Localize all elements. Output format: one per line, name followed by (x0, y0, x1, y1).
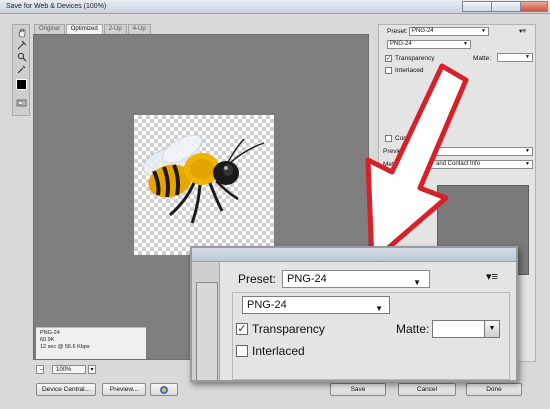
maximize-button[interactable] (491, 1, 521, 12)
tab-optimized[interactable]: Optimized (65, 24, 103, 34)
tab-4-up[interactable]: 4-Up (127, 24, 151, 34)
browser-icon (160, 386, 168, 394)
matte-select[interactable] (497, 53, 533, 62)
close-button[interactable] (520, 1, 548, 12)
panel-menu-icon[interactable]: ▾≡ (519, 27, 526, 35)
color-table-label: Co (387, 176, 396, 183)
info-format: PNG-24 (40, 330, 60, 336)
preview-label: Previe (383, 148, 402, 155)
hand-icon[interactable] (15, 27, 28, 38)
image-canvas (134, 115, 274, 255)
window-title: Save for Web & Devices (100%) (6, 3, 107, 10)
browser-select-button[interactable] (150, 383, 178, 396)
eyedropper-icon[interactable] (15, 63, 28, 74)
done-button[interactable]: Done (466, 383, 522, 396)
toggle-slices-icon[interactable] (15, 97, 28, 108)
inset-format-value: PNG-24 (247, 299, 287, 311)
inset-header (192, 248, 516, 262)
transparency-label: Transparency (395, 55, 435, 62)
inset-format-select[interactable]: PNG-24 ▼ (242, 296, 390, 314)
chevron-down-icon[interactable]: ▾ (88, 365, 96, 374)
inset-matte-dropdown-button[interactable]: ▼ (484, 321, 499, 337)
tab-original[interactable]: Original (34, 24, 65, 34)
window-titlebar: Save for Web & Devices (100%) (0, 0, 550, 14)
inset-transparency-label: Transparency (252, 322, 325, 336)
info-size: 60.9K (40, 337, 55, 343)
zoomed-inset: Preset: PNG-24 ▼ ▾≡ PNG-24 ▼ ✓ Transpare… (190, 246, 518, 382)
chevron-down-icon: ▼ (375, 304, 383, 313)
inset-preset-select[interactable]: PNG-24 ▼ (282, 270, 430, 288)
panel-menu-icon[interactable]: ▾≡ (486, 270, 498, 283)
inset-interlaced-label: Interlaced (252, 344, 305, 358)
inset-transparency-checkbox[interactable]: ✓ (236, 323, 248, 335)
minimize-button[interactable] (462, 1, 492, 12)
zoom-level-select[interactable]: 100% (52, 365, 86, 374)
inset-preset-value: PNG-24 (287, 273, 327, 285)
convert-srgb-checkbox[interactable] (385, 135, 392, 142)
optimized-info: PNG-24 60.9K 12 sec @ 56.6 Kbps (36, 327, 146, 359)
view-tabs: Original Optimized 2-Up 4-Up (34, 24, 152, 34)
inset-preset-label: Preset: (238, 272, 277, 286)
preset-select[interactable]: PNG-24 (409, 27, 489, 36)
tab-2-up[interactable]: 2-Up (103, 24, 127, 34)
convert-label: Conv (395, 135, 411, 142)
format-select[interactable]: PNG-24 (387, 40, 471, 49)
matte-label: Matte: (473, 55, 492, 62)
metadata-label: Metad (383, 161, 402, 168)
device-central-button[interactable]: Device Central... (36, 383, 96, 396)
slice-select-icon[interactable] (15, 39, 28, 50)
preview-button[interactable]: Preview... (102, 383, 146, 396)
interlaced-label: Interlaced (395, 67, 424, 74)
preview-select[interactable] (411, 147, 533, 156)
info-time: 12 sec @ 56.6 Kbps (40, 344, 90, 350)
zoom-out-button[interactable]: – (36, 365, 44, 374)
save-button[interactable]: Save (330, 383, 386, 396)
metadata-select[interactable]: and Contact Info (411, 160, 533, 169)
toolbox (12, 24, 30, 116)
zoom-icon[interactable] (15, 51, 28, 62)
interlaced-checkbox[interactable] (385, 67, 392, 74)
inset-left-frame (196, 282, 218, 380)
preset-label: Preset: (387, 28, 408, 35)
bee-image (142, 134, 265, 224)
cancel-button[interactable]: Cancel (398, 383, 456, 396)
color-swatch-icon[interactable] (16, 79, 27, 90)
inset-matte-label: Matte: (396, 322, 430, 336)
chevron-down-icon: ▼ (413, 278, 421, 287)
inset-interlaced-checkbox[interactable] (236, 345, 248, 357)
transparency-checkbox[interactable]: ✓ (385, 55, 392, 62)
